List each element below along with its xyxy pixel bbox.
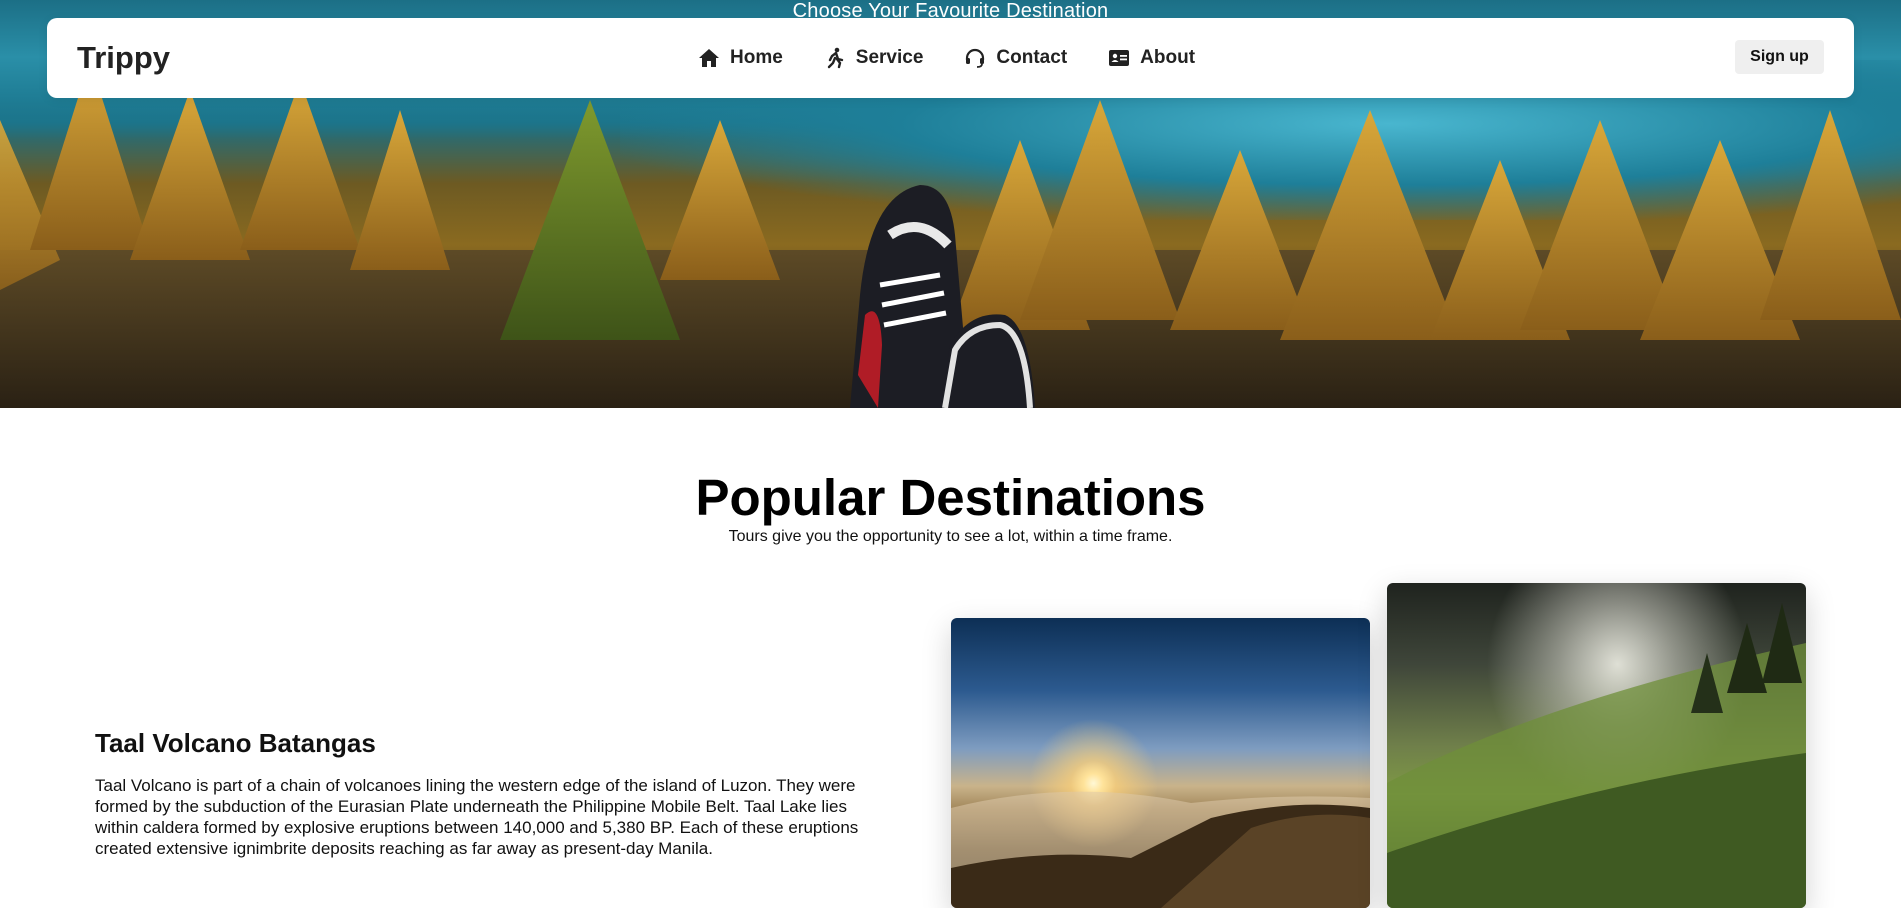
person-walking-icon: [827, 47, 843, 69]
navbar: Trippy Home Service Contact About Sign u…: [47, 18, 1854, 98]
nav-item-contact[interactable]: Contact: [963, 46, 1067, 70]
nav-links: Home Service Contact About: [697, 18, 1195, 98]
signup-button[interactable]: Sign up: [1735, 40, 1824, 74]
section-title: Popular Destinations: [695, 469, 1206, 526]
headset-icon: [966, 48, 985, 68]
nav-item-label: Home: [730, 47, 783, 68]
destination-image-sunset: [951, 618, 1370, 908]
sunset-mountain-graphic: [951, 791, 1370, 908]
sneakers-image: [850, 185, 1035, 408]
destination-image-hills: [1387, 583, 1806, 908]
foggy-hills-graphic: [1387, 603, 1806, 908]
home-icon: [699, 49, 719, 67]
destination-description: Taal Volcano is part of a chain of volca…: [95, 776, 859, 858]
destination-title: Taal Volcano Batangas: [95, 728, 376, 758]
nav-item-label: Service: [855, 47, 924, 68]
section-subtitle: Tours give you the opportunity to see a …: [728, 528, 1173, 545]
nav-item-home[interactable]: Home: [697, 46, 783, 70]
nav-item-label: About: [1140, 47, 1196, 68]
nav-item-service[interactable]: Service: [823, 46, 924, 70]
id-card-icon: [1109, 50, 1130, 66]
nav-item-about[interactable]: About: [1107, 46, 1195, 70]
brand-logo[interactable]: Trippy: [77, 40, 170, 76]
nav-item-label: Contact: [996, 47, 1068, 68]
